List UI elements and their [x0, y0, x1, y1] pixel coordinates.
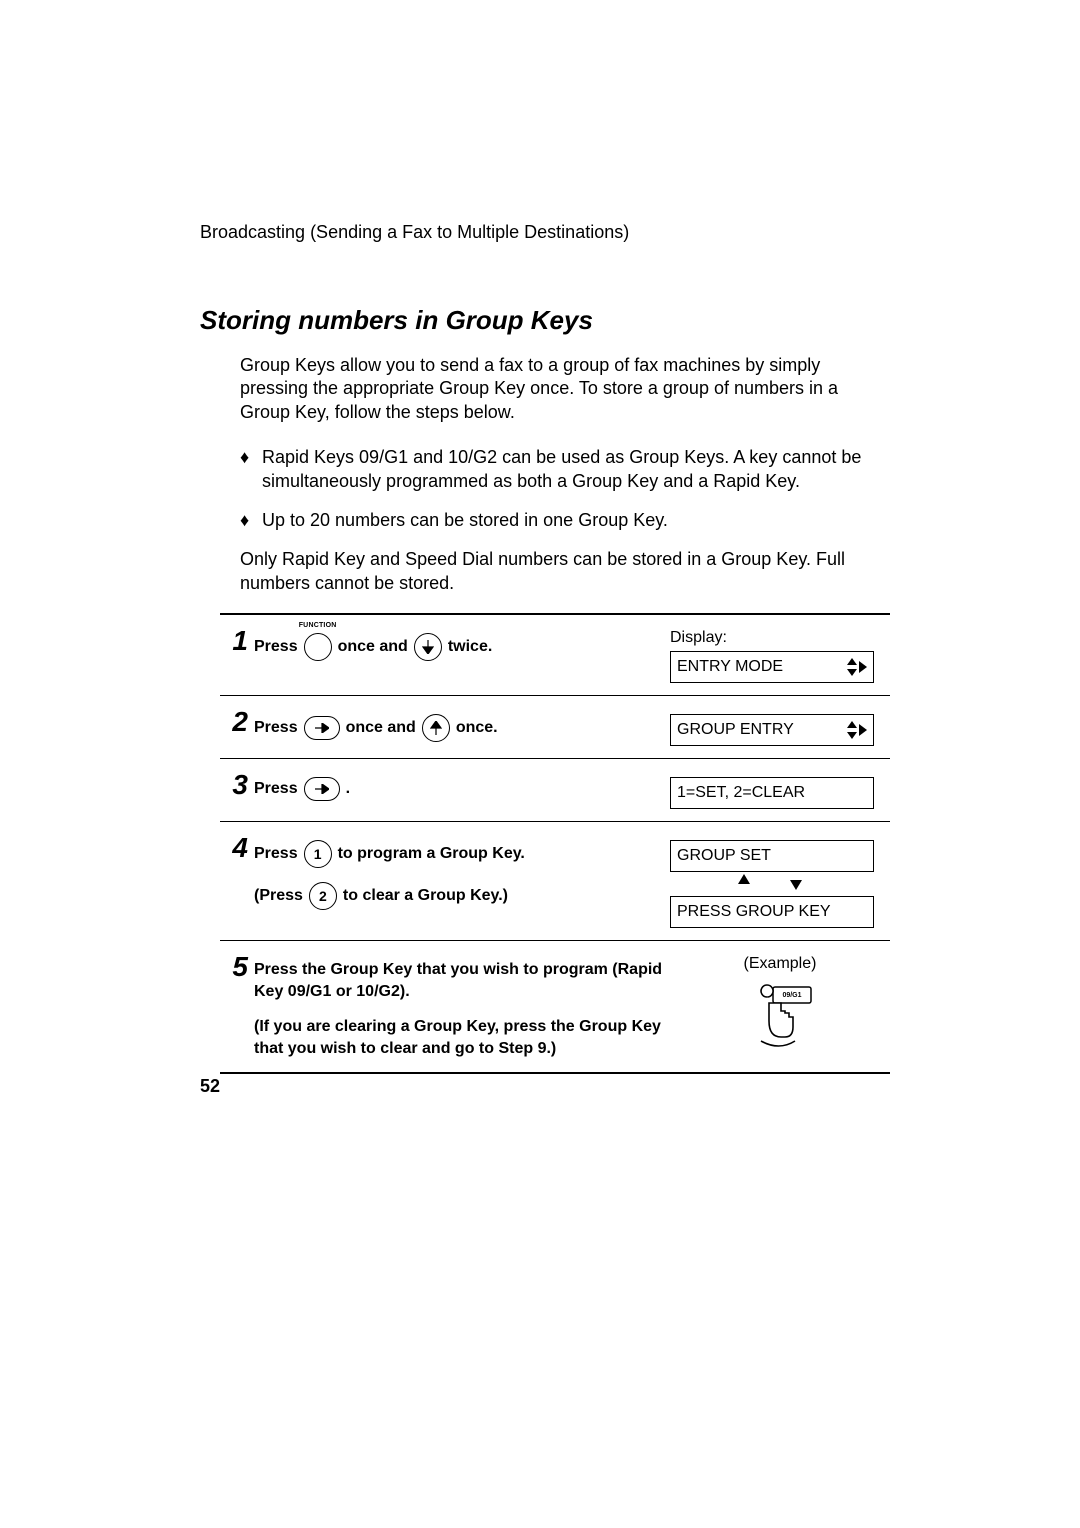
press-label: Press — [254, 719, 298, 737]
lcd-text: GROUP ENTRY — [677, 721, 794, 739]
clear-label: to clear a Group Key.) — [343, 887, 508, 905]
step-number: 2 — [220, 706, 254, 736]
step-number: 1 — [220, 625, 254, 655]
lcd-text: 1=SET, 2=CLEAR — [677, 784, 805, 802]
step-number: 3 — [220, 769, 254, 799]
breadcrumb: Broadcasting (Sending a Fax to Multiple … — [200, 222, 890, 243]
press-label: Press — [254, 780, 298, 798]
lcd-display: ENTRY MODE — [670, 651, 874, 683]
diamond-bullet-icon: ♦ — [240, 509, 262, 532]
right-arrow-button-icon — [304, 777, 340, 801]
step-number: 4 — [220, 832, 254, 862]
key-label: 09/G1 — [782, 992, 801, 999]
section-title: Storing numbers in Group Keys — [200, 305, 890, 336]
step-row-2: 2 Press once and once. GROUP ENTRY — [220, 696, 890, 759]
press-label: Press — [254, 638, 298, 656]
diamond-bullet-icon: ♦ — [240, 446, 262, 493]
step-row-4: 4 Press 1 to program a Group Key. (Press… — [220, 822, 890, 941]
function-button-icon: FUNCTION — [304, 633, 332, 661]
note-paragraph: Only Rapid Key and Speed Dial numbers ca… — [240, 548, 890, 595]
lcd-display: 1=SET, 2=CLEAR — [670, 777, 874, 809]
down-arrow-button-icon — [414, 633, 442, 661]
key-1-icon: 1 — [304, 840, 332, 868]
function-label: FUNCTION — [299, 622, 337, 629]
step-row-3: 3 Press . 1=SET, 2=CLEAR — [220, 759, 890, 822]
display-label: Display: — [670, 629, 890, 647]
nav-arrows-icon — [847, 658, 867, 676]
step-row-1: 1 Press FUNCTION once and twice. Display… — [220, 615, 890, 696]
press-key-hand-icon: 09/G1 — [745, 981, 815, 1051]
program-label: to program a Group Key. — [338, 845, 525, 863]
once-and-label: once and — [338, 638, 408, 656]
page-number: 52 — [200, 1076, 220, 1097]
step5-line1: Press the Group Key that you wish to pro… — [254, 959, 670, 1002]
lcd-display: GROUP ENTRY — [670, 714, 874, 746]
bullet-list: ♦ Rapid Keys 09/G1 and 10/G2 can be used… — [240, 446, 890, 532]
press-label: Press — [254, 845, 298, 863]
once-and-label: once and — [346, 719, 416, 737]
lcd-text: ENTRY MODE — [677, 658, 783, 676]
lcd-text: PRESS GROUP KEY — [677, 903, 831, 921]
step-number: 5 — [220, 951, 254, 981]
once-label: once. — [456, 719, 498, 737]
press-paren-label: (Press — [254, 887, 303, 905]
bullet-text: Up to 20 numbers can be stored in one Gr… — [262, 509, 668, 532]
transition-arrows-icon — [670, 874, 870, 890]
right-arrow-button-icon — [304, 716, 340, 740]
steps-table: 1 Press FUNCTION once and twice. Display… — [220, 613, 890, 1073]
nav-arrows-icon — [847, 721, 867, 739]
bullet-text: Rapid Keys 09/G1 and 10/G2 can be used a… — [262, 446, 890, 493]
lcd-text: GROUP SET — [677, 847, 771, 865]
bullet-item: ♦ Up to 20 numbers can be stored in one … — [240, 509, 890, 532]
dot-label: . — [346, 780, 350, 798]
bullet-item: ♦ Rapid Keys 09/G1 and 10/G2 can be used… — [240, 446, 890, 493]
lcd-display: GROUP SET — [670, 840, 874, 872]
example-label: (Example) — [670, 955, 890, 973]
twice-label: twice. — [448, 638, 492, 656]
manual-page: Broadcasting (Sending a Fax to Multiple … — [200, 222, 890, 1074]
key-2-icon: 2 — [309, 882, 337, 910]
step-row-5: 5 Press the Group Key that you wish to p… — [220, 941, 890, 1073]
step5-line2: (If you are clearing a Group Key, press … — [254, 1016, 670, 1059]
intro-paragraph: Group Keys allow you to send a fax to a … — [240, 354, 890, 424]
lcd-display: PRESS GROUP KEY — [670, 896, 874, 928]
up-arrow-button-icon — [422, 714, 450, 742]
